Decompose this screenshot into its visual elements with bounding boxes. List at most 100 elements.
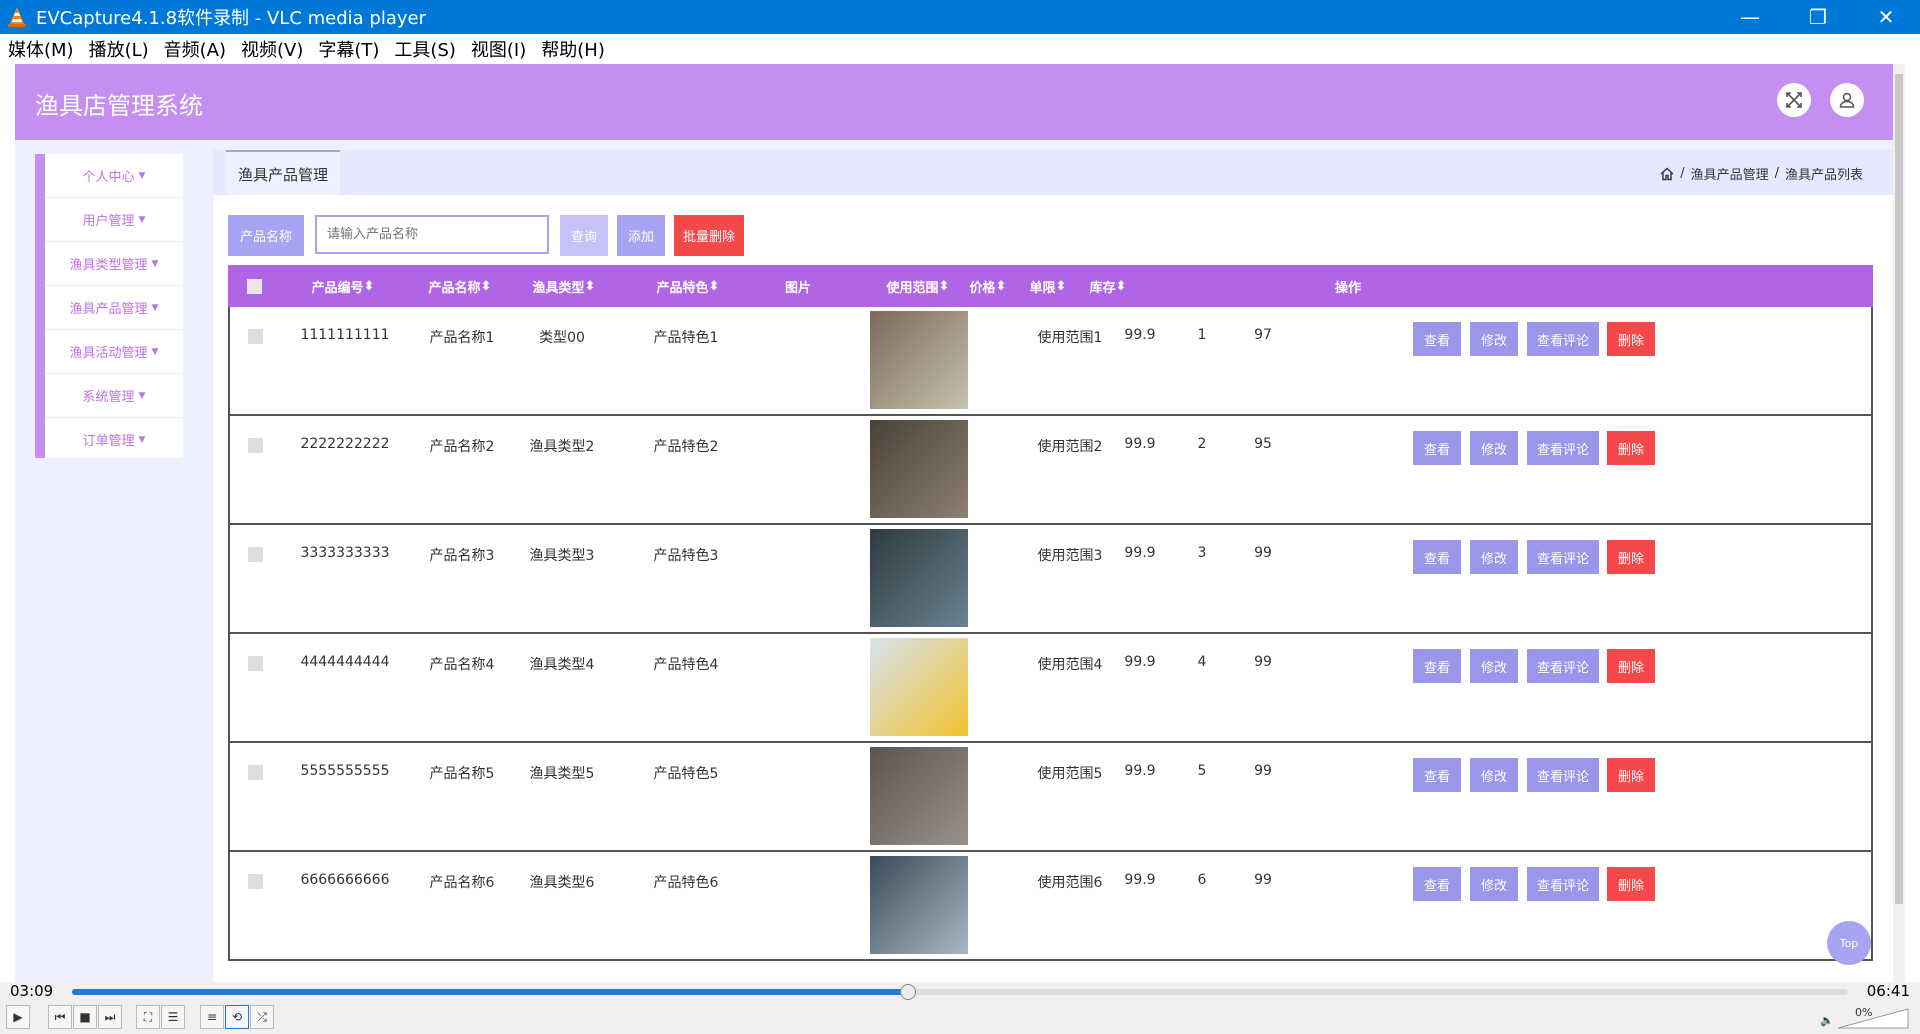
menu-help[interactable]: 帮助(H) xyxy=(541,36,605,62)
cell-limit: 6 xyxy=(1197,872,1207,888)
elapsed-time: 03:09 xyxy=(10,982,54,1000)
play-button[interactable]: ▶ xyxy=(6,1005,30,1029)
previous-button[interactable]: ⏮ xyxy=(48,1005,72,1029)
view-comments-button[interactable]: 查看评论 xyxy=(1527,649,1599,683)
column-header-limit[interactable]: 单限 ⬍ xyxy=(1018,265,1078,307)
extended-settings-button[interactable]: ☰ xyxy=(161,1005,185,1029)
shuffle-button[interactable]: ⤮ xyxy=(250,1005,274,1029)
user-button[interactable] xyxy=(1830,83,1864,117)
restore-button[interactable]: ❐ xyxy=(1784,0,1852,34)
column-header-ops: 操作 xyxy=(1334,280,1361,296)
volume-slider[interactable] xyxy=(1838,1007,1910,1029)
volume-icon[interactable]: 🔈 xyxy=(1820,1014,1834,1027)
home-icon[interactable] xyxy=(1660,167,1674,181)
delete-button[interactable]: 删除 xyxy=(1607,867,1655,901)
column-header-feature[interactable]: 产品特色 ⬍ xyxy=(638,265,738,307)
sidebar-item-orders[interactable]: 订单管理 ▼ xyxy=(45,418,183,462)
column-header-code[interactable]: 产品编号 ⬍ xyxy=(288,265,398,307)
seek-handle[interactable] xyxy=(899,984,916,1000)
sidebar-item-personal-center[interactable]: 个人中心 ▼ xyxy=(45,154,183,198)
column-header-name[interactable]: 产品名称 ⬍ xyxy=(410,265,510,307)
column-header-type[interactable]: 渔具类型 ⬍ xyxy=(514,265,614,307)
sidebar-item-users[interactable]: 用户管理 ▼ xyxy=(45,198,183,242)
edit-button[interactable]: 修改 xyxy=(1470,649,1518,683)
cell-scope: 使用范围6 xyxy=(1037,875,1103,891)
column-header-scope[interactable]: 使用范围 ⬍ xyxy=(868,265,968,307)
sidebar-item-system[interactable]: 系统管理 ▼ xyxy=(45,374,183,418)
menu-tools[interactable]: 工具(S) xyxy=(394,36,455,62)
back-to-top-button[interactable]: Top xyxy=(1827,921,1871,965)
column-header-stock[interactable]: 库存 ⬍ xyxy=(1078,265,1138,307)
playlist-button[interactable]: ≡ xyxy=(200,1005,224,1029)
product-image xyxy=(870,856,968,954)
view-button[interactable]: 查看 xyxy=(1413,867,1461,901)
menu-playback[interactable]: 播放(L) xyxy=(89,36,149,62)
add-button[interactable]: 添加 xyxy=(617,215,665,256)
fullscreen-button[interactable] xyxy=(1777,83,1811,117)
delete-button[interactable]: 删除 xyxy=(1607,540,1655,574)
search-input[interactable] xyxy=(315,215,549,254)
view-button[interactable]: 查看 xyxy=(1413,649,1461,683)
row-checkbox[interactable] xyxy=(248,874,263,889)
menu-view[interactable]: 视图(I) xyxy=(471,36,526,62)
menu-subtitle[interactable]: 字幕(T) xyxy=(318,36,379,62)
batch-delete-button[interactable]: 批量删除 xyxy=(674,215,744,256)
row-checkbox[interactable] xyxy=(248,547,263,562)
sidebar-item-activities[interactable]: 渔具活动管理 ▼ xyxy=(45,330,183,374)
seek-bar[interactable] xyxy=(72,984,1848,1000)
sidebar-item-products[interactable]: 渔具产品管理 ▼ xyxy=(45,286,183,330)
delete-button[interactable]: 删除 xyxy=(1607,431,1655,465)
column-header-image: 图片 xyxy=(784,280,811,296)
delete-button[interactable]: 删除 xyxy=(1607,649,1655,683)
close-button[interactable]: ✕ xyxy=(1852,0,1920,34)
breadcrumb-item: 渔具产品列表 xyxy=(1784,168,1863,183)
sidebar-item-label: 渔具产品管理 xyxy=(69,302,148,317)
row-checkbox[interactable] xyxy=(248,656,263,671)
product-image xyxy=(870,638,968,736)
next-button[interactable]: ⏭ xyxy=(98,1005,122,1029)
menu-video[interactable]: 视频(V) xyxy=(241,36,303,62)
page-scrollbar[interactable] xyxy=(1893,64,1905,982)
view-comments-button[interactable]: 查看评论 xyxy=(1527,540,1599,574)
sidebar-item-tackle-types[interactable]: 渔具类型管理 ▼ xyxy=(45,242,183,286)
stop-button[interactable]: ■ xyxy=(73,1005,97,1029)
select-all-checkbox[interactable] xyxy=(246,278,262,294)
edit-button[interactable]: 修改 xyxy=(1470,758,1518,792)
main-content: 产品名称 查询 添加 批量删除 产品编号⬍ 产品名称⬍ 渔具类型⬍ 产品特色⬍ … xyxy=(213,195,1893,982)
minimize-button[interactable]: — xyxy=(1716,0,1784,34)
edit-button[interactable]: 修改 xyxy=(1470,322,1518,356)
query-button[interactable]: 查询 xyxy=(560,215,608,256)
window-titlebar: EVCapture4.1.8软件录制 - VLC media player — … xyxy=(0,0,1920,34)
view-button[interactable]: 查看 xyxy=(1413,758,1461,792)
loop-button[interactable]: ⟲ xyxy=(225,1005,249,1029)
cell-price: 99.9 xyxy=(1124,763,1156,779)
menu-media[interactable]: 媒体(M) xyxy=(8,36,74,62)
cell-name: 产品名称4 xyxy=(429,657,495,673)
cell-price: 99.9 xyxy=(1124,327,1156,343)
player-controls: 03:09 06:41 ▶ ⏮ ■ ⏭ ⛶ ☰ ≡ ⟲ ⤮ 🔈 0% xyxy=(0,982,1920,1034)
column-header-price[interactable]: 价格 ⬍ xyxy=(958,265,1018,307)
fullscreen-toggle-button[interactable]: ⛶ xyxy=(136,1005,160,1029)
scrollbar-thumb[interactable] xyxy=(1895,74,1903,904)
view-button[interactable]: 查看 xyxy=(1413,322,1461,356)
edit-button[interactable]: 修改 xyxy=(1470,540,1518,574)
row-checkbox[interactable] xyxy=(248,329,263,344)
breadcrumb-item[interactable]: 渔具产品管理 xyxy=(1691,164,1769,183)
view-comments-button[interactable]: 查看评论 xyxy=(1527,322,1599,356)
tab-product-management[interactable]: 渔具产品管理 xyxy=(226,150,340,198)
menu-audio[interactable]: 音频(A) xyxy=(164,36,226,62)
view-button[interactable]: 查看 xyxy=(1413,431,1461,465)
cell-scope: 使用范围4 xyxy=(1037,657,1103,673)
row-checkbox[interactable] xyxy=(248,765,263,780)
delete-button[interactable]: 删除 xyxy=(1607,758,1655,792)
breadcrumb: / 渔具产品管理 / 渔具产品列表 xyxy=(1660,164,1863,183)
view-comments-button[interactable]: 查看评论 xyxy=(1527,758,1599,792)
delete-button[interactable]: 删除 xyxy=(1607,322,1655,356)
edit-button[interactable]: 修改 xyxy=(1470,867,1518,901)
edit-button[interactable]: 修改 xyxy=(1470,431,1518,465)
view-comments-button[interactable]: 查看评论 xyxy=(1527,867,1599,901)
view-comments-button[interactable]: 查看评论 xyxy=(1527,431,1599,465)
row-checkbox[interactable] xyxy=(248,438,263,453)
view-button[interactable]: 查看 xyxy=(1413,540,1461,574)
table-row: 1111111111 产品名称1 类型00 产品特色1 使用范围1 99.9 1… xyxy=(228,307,1873,416)
